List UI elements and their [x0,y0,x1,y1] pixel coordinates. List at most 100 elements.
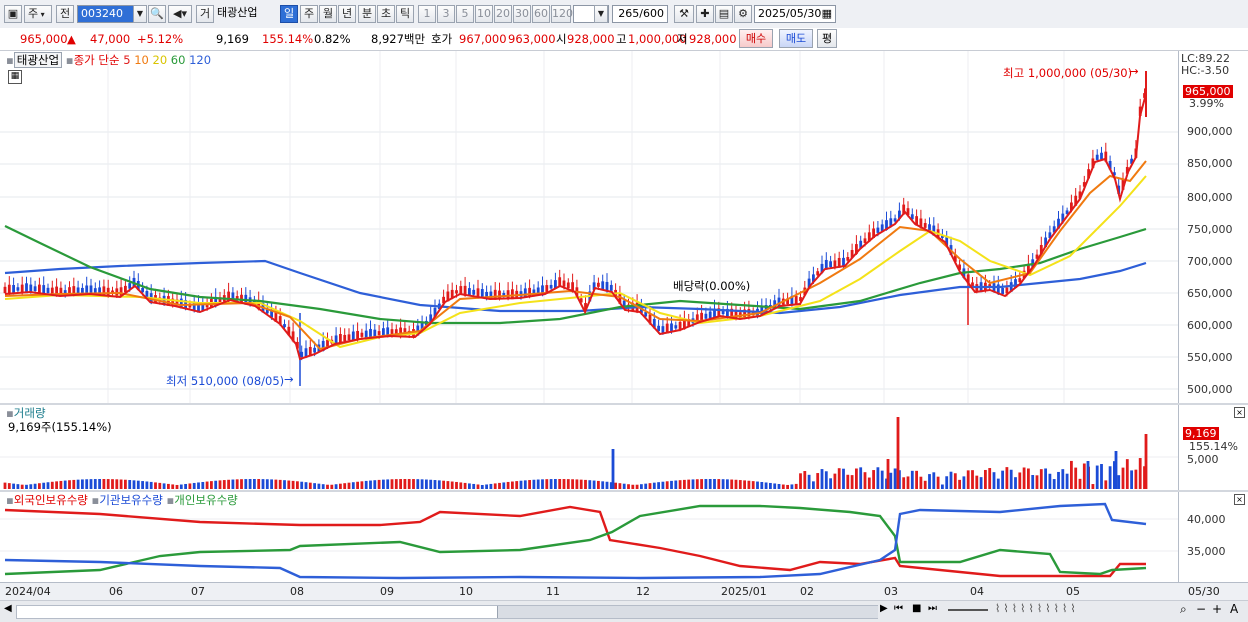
candle-body [893,218,897,222]
interval-1[interactable]: 1 [418,5,436,23]
code-dropdown-icon[interactable]: ▼ [133,5,147,23]
volume-bar [816,473,820,489]
zoom-out-icon[interactable]: − [1196,602,1206,616]
grid-toggle-icon[interactable]: ▦ [8,70,22,84]
volume-bar [167,483,170,489]
chart-window-icon[interactable]: ▣ [4,5,22,23]
zoom-search-icon[interactable]: ⌕ [1180,602,1187,617]
volume-bar [50,481,54,489]
legend-institution[interactable]: 기관보유수량 [99,493,162,507]
speed-slider[interactable] [948,609,988,611]
volume-bar [145,481,149,489]
close-icon[interactable]: × [1234,494,1245,505]
tab-week[interactable]: 주 [300,5,318,23]
interval-120[interactable]: 120 [551,5,573,23]
candle-body [347,334,351,341]
up-arrow-icon: ▲ [67,32,76,46]
candle-body [1095,154,1099,160]
scroll-thumb[interactable] [497,606,878,618]
buy-button[interactable]: 매수 [739,29,773,48]
chart-tools-icon[interactable]: ⚒ [674,5,694,23]
volume-chart[interactable] [0,405,1178,490]
legend-stock-name[interactable]: 태광산업 [13,52,63,68]
volume-bar [674,480,678,489]
interval-10[interactable]: 10 [475,5,493,23]
legend-ma-label[interactable]: 종가 단순 [74,53,120,67]
volume-tag: 9,169 [1183,427,1219,440]
tab-year[interactable]: 년 [338,5,356,23]
volume-title[interactable]: 거래량 [14,406,46,420]
tab-month[interactable]: 월 [319,5,337,23]
volume-bar [747,480,751,489]
interval-5[interactable]: 5 [456,5,474,23]
candle-body [833,260,837,267]
crosshair-icon[interactable]: ✚ [696,5,714,23]
volume-bar [7,483,11,489]
volume-bar [1134,469,1138,489]
scroll-track[interactable] [16,605,878,619]
gear-icon[interactable]: ⚙ [734,5,752,23]
volume-bar [253,479,256,489]
volume-bar [1121,467,1125,489]
volume-bar [265,479,269,489]
volume-bar [786,484,789,489]
period-select[interactable]: 주 ▾ [24,5,52,23]
text-tool-icon[interactable]: A [1230,602,1238,616]
volume-bar [1144,434,1148,489]
calendar-icon[interactable]: ▦ [822,6,832,22]
prev-button[interactable]: 전 [56,5,74,23]
interval-20[interactable]: 20 [494,5,512,23]
legend-foreign[interactable]: 외국인보유수량 [14,493,88,507]
drawing-tools-icons[interactable]: ⌇⌇⌇⌇⌇⌇⌇⌇⌇⌇ [995,602,1079,615]
volume-bar [958,479,961,489]
volume-bar [794,483,798,489]
volume-bar [270,479,273,489]
event-note: 배당락(0.00%) [673,279,751,293]
scroll-right-icon[interactable]: ▶ [880,603,888,614]
tab-day[interactable]: 일 [280,5,298,23]
market-button[interactable]: 거 [196,5,214,23]
close-icon[interactable]: × [1234,407,1245,418]
tab-minute[interactable]: 분 [358,5,376,23]
interval-60[interactable]: 60 [532,5,550,23]
speaker-icon[interactable]: ◀▾ [168,5,192,23]
volume-bar [437,480,441,489]
x-tick: 06 [109,585,123,598]
price-change: 47,000 [90,32,131,46]
eval-button[interactable]: 평 [817,29,837,48]
price-chart[interactable] [0,51,1178,403]
volume-bar [713,479,716,489]
scroll-left-icon[interactable]: ◀ [4,603,12,614]
volume-bar [807,474,811,489]
tab-second[interactable]: 초 [377,5,395,23]
date-input[interactable]: 2025/05/30 ▦ [754,5,836,23]
volume-bar [498,482,501,489]
search-icon[interactable]: 🔍 [148,5,166,23]
volume-bar [210,481,213,489]
date-value: 2025/05/30 [758,7,822,20]
volume-bar [205,481,209,489]
volume-bar [158,482,162,489]
stop-icon[interactable]: ■ [912,603,921,614]
interval-dropdown-icon[interactable]: ▼ [594,5,608,23]
volume-bar [1009,469,1013,489]
y-tick: 500,000 [1187,383,1233,396]
volume-bar [1061,469,1065,489]
volume-bar [605,481,609,489]
rewind-icon[interactable]: ⏮ [894,603,903,614]
volume-bar [618,483,622,489]
forward-icon[interactable]: ⏭ [928,603,937,614]
stock-code-input[interactable]: 003240 [77,5,137,23]
interval-30[interactable]: 30 [513,5,531,23]
x-tick: 11 [546,585,560,598]
legend-ma20: 20 [152,53,168,67]
count-input[interactable]: 265/600 [612,5,668,23]
interval-3[interactable]: 3 [437,5,455,23]
volume-bar [278,479,282,489]
save-icon[interactable]: ▤ [715,5,733,23]
sell-button[interactable]: 매도 [779,29,813,48]
volume-bar [1027,468,1030,489]
zoom-in-icon[interactable]: + [1212,602,1222,616]
legend-individual[interactable]: 개인보유수량 [174,493,237,507]
tab-tick[interactable]: 틱 [396,5,414,23]
